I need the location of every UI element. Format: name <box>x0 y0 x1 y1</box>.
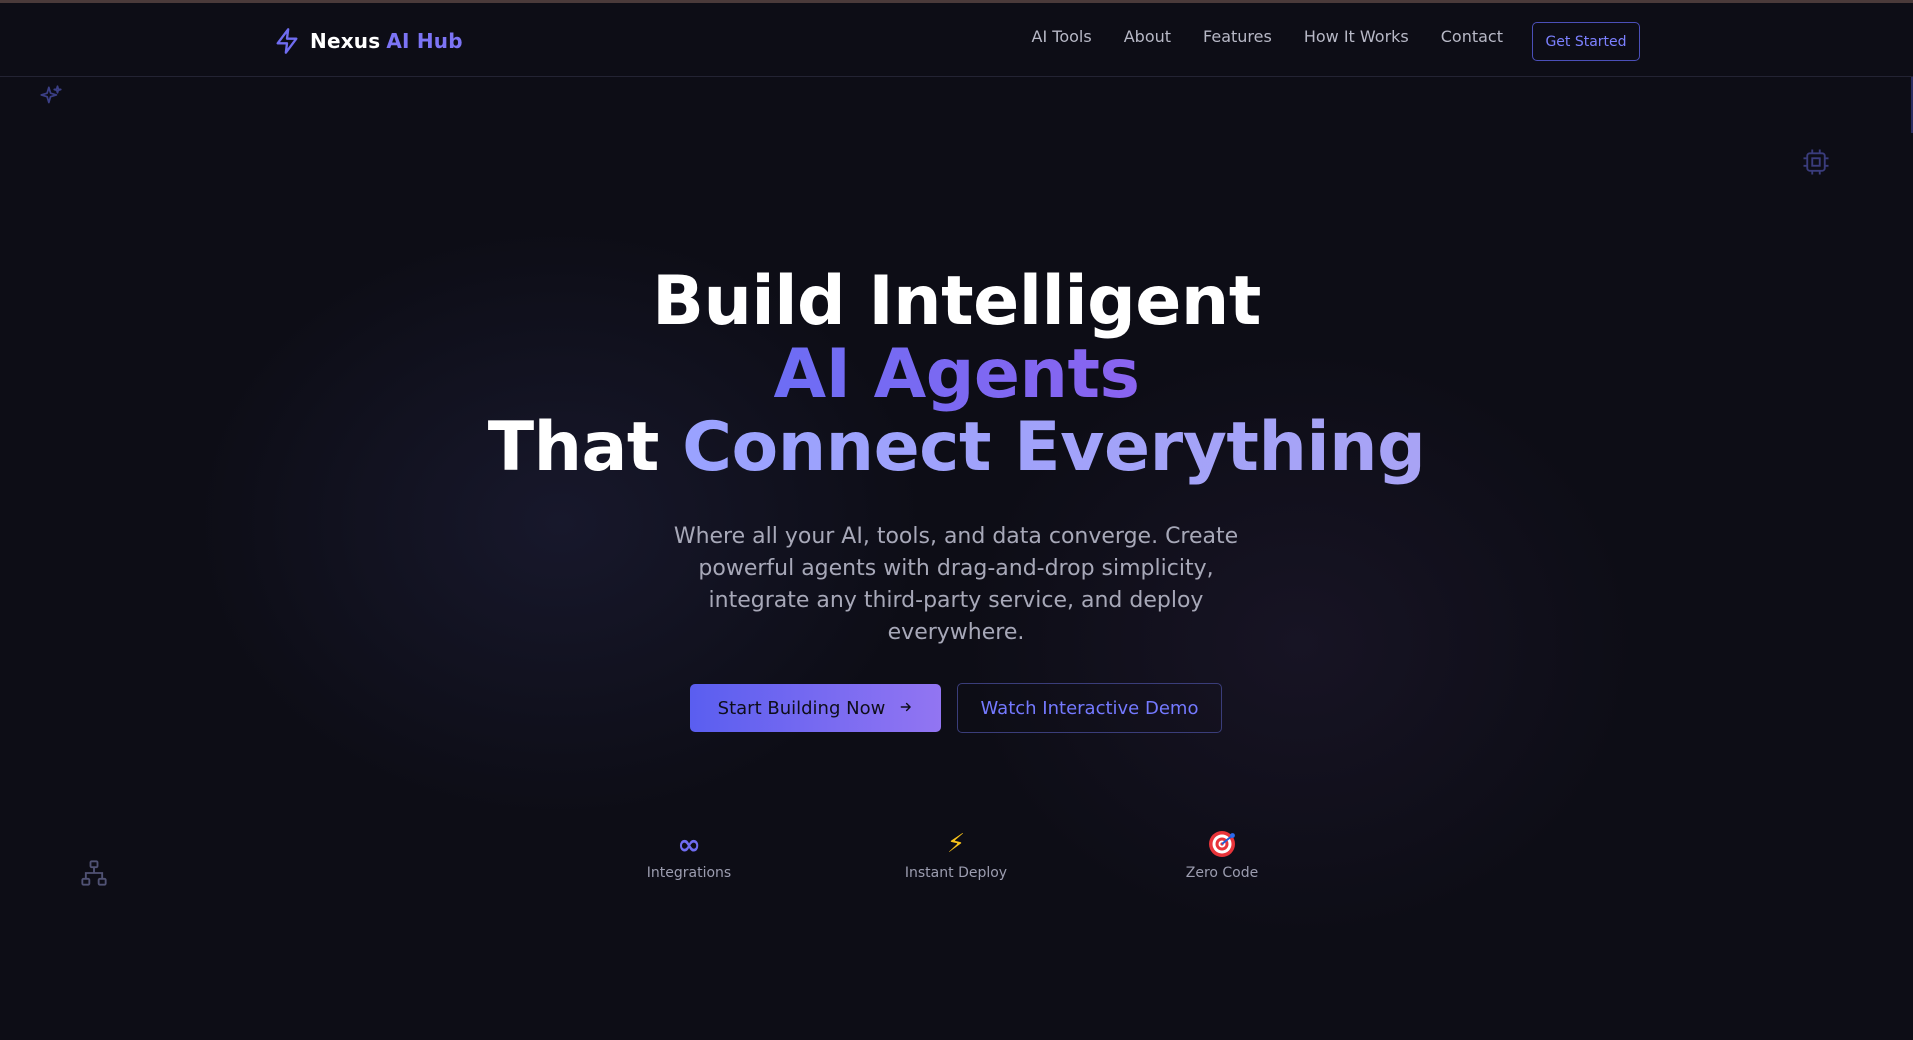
nav-link-about[interactable]: About <box>1124 27 1171 46</box>
hero-title-line-3-plain: That <box>487 408 683 487</box>
watch-demo-button[interactable]: Watch Interactive Demo <box>957 683 1222 733</box>
stat-label: Zero Code <box>1185 865 1259 881</box>
hero-title-line-1: Build Intelligent <box>652 262 1261 341</box>
target-icon <box>1132 829 1312 859</box>
nav-link-ai-tools[interactable]: AI Tools <box>1032 27 1092 46</box>
top-navbar: Nexus AI Hub AI Tools About Features How … <box>0 3 1913 77</box>
stat-label: Integrations <box>646 865 732 881</box>
feature-stats: ∞ Integrations ⚡ Instant Deploy Zero Cod… <box>0 827 1913 889</box>
infinity-icon: ∞ <box>677 827 701 861</box>
arrow-right-icon <box>899 698 913 719</box>
nav-link-contact[interactable]: Contact <box>1441 27 1503 46</box>
stat-label: Instant Deploy <box>904 865 1008 881</box>
landing-page: Nexus AI Hub AI Tools About Features How … <box>0 0 1913 1040</box>
lightning-icon: ⚡ <box>946 829 966 859</box>
hero-title-line-3-accent: Connect Everything <box>682 408 1426 487</box>
nav-links: AI Tools About Features How It Works Con… <box>1032 27 1503 46</box>
sparkles-icon <box>38 83 64 113</box>
brand-name: Nexus AI Hub <box>310 29 463 53</box>
start-building-button[interactable]: Start Building Now <box>690 684 941 732</box>
stat-zero-code: Zero Code <box>1132 829 1312 881</box>
get-started-button[interactable]: Get Started <box>1532 22 1640 61</box>
hero-title-line-2: AI Agents <box>0 338 1913 411</box>
stat-instant-deploy: ⚡ Instant Deploy <box>866 829 1046 881</box>
lightning-bolt-icon <box>272 26 302 56</box>
nav-link-features[interactable]: Features <box>1203 27 1272 46</box>
cpu-chip-icon <box>1801 147 1831 181</box>
hero-subtitle: Where all your AI, tools, and data conve… <box>673 524 1239 645</box>
stat-integrations: ∞ Integrations <box>599 827 779 882</box>
hero-title-accent: AI Agents <box>773 335 1140 414</box>
hero-title: Build Intelligent AI Agents That Connect… <box>0 265 1913 484</box>
nav-link-how-it-works[interactable]: How It Works <box>1304 27 1409 46</box>
start-building-label: Start Building Now <box>717 697 886 719</box>
hero-title-line-3: That Connect Everything <box>0 411 1913 484</box>
brand-accent: AI Hub <box>386 29 463 53</box>
brand-logo[interactable]: Nexus AI Hub <box>272 25 463 57</box>
